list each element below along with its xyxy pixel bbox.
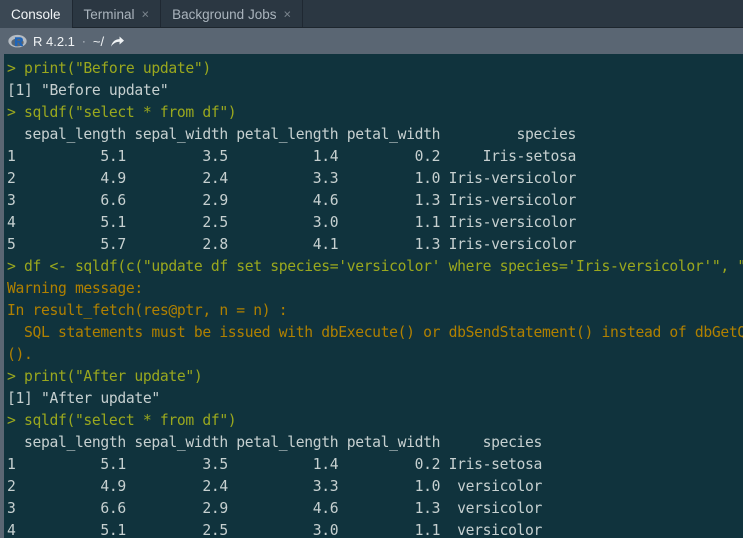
console-line: 2 4.9 2.4 3.3 1.0 Iris-versicolor [7,170,577,187]
console-scroll-region[interactable]: > print("Before update") [1] "Before upda… [0,54,743,538]
console-line: > print("After update") [7,368,203,385]
console-line: > sqldf("select * from df") [7,104,237,121]
console-line: 4 5.1 2.5 3.0 1.1 Iris-versicolor [7,214,577,231]
console-line: In result_fetch(res@ptr, n = n) : [7,302,288,319]
r-version-label: R 4.2.1 [33,33,75,49]
close-icon[interactable]: × [283,7,291,20]
console-line: > sqldf("select * from df") [7,412,237,429]
console-line: 3 6.6 2.9 4.6 1.3 versicolor [7,500,543,517]
tab-background-jobs[interactable]: Background Jobs × [161,0,304,28]
tab-terminal-label: Terminal [83,6,135,22]
console-line: [1] "Before update" [7,82,169,99]
console-line: Warning message: [7,280,143,297]
tab-console-label: Console [11,6,61,22]
console-line: > print("Before update") [7,60,211,77]
console-line: 1 5.1 3.5 1.4 0.2 Iris-setosa [7,148,577,165]
console-output[interactable]: > print("Before update") [1] "Before upda… [4,54,743,538]
console-line: > df <- sqldf(c("update df set species='… [7,258,743,275]
r-logo-icon [8,34,27,49]
console-line: 5 5.7 2.8 4.1 1.3 Iris-versicolor [7,236,577,253]
console-line: 3 6.6 2.9 4.6 1.3 Iris-versicolor [7,192,577,209]
session-path-bar: R 4.2.1 · ~/ [0,28,743,54]
tab-background-jobs-label: Background Jobs [172,6,277,22]
console-line: [1] "After update" [7,390,160,407]
console-line: 2 4.9 2.4 3.3 1.0 versicolor [7,478,543,495]
console-line: sepal_length sepal_width petal_length pe… [7,434,543,451]
tab-bar-filler [303,0,743,28]
working-directory-label[interactable]: ~/ [93,34,104,49]
rstudio-console-pane: Console Terminal × Background Jobs × R 4… [0,0,743,538]
tab-console[interactable]: Console [0,0,73,28]
path-separator: · [81,34,86,48]
tab-terminal[interactable]: Terminal × [73,0,162,28]
pane-tab-bar: Console Terminal × Background Jobs × [0,0,743,28]
console-line: sepal_length sepal_width petal_length pe… [7,126,577,143]
console-line: 1 5.1 3.5 1.4 0.2 Iris-setosa [7,456,543,473]
popout-arrow-icon[interactable] [110,35,125,48]
console-line: SQL statements must be issued with dbExe… [23,324,743,341]
console-line: (). [7,346,33,363]
close-icon[interactable]: × [142,7,150,20]
console-line: 4 5.1 2.5 3.0 1.1 versicolor [7,522,543,538]
